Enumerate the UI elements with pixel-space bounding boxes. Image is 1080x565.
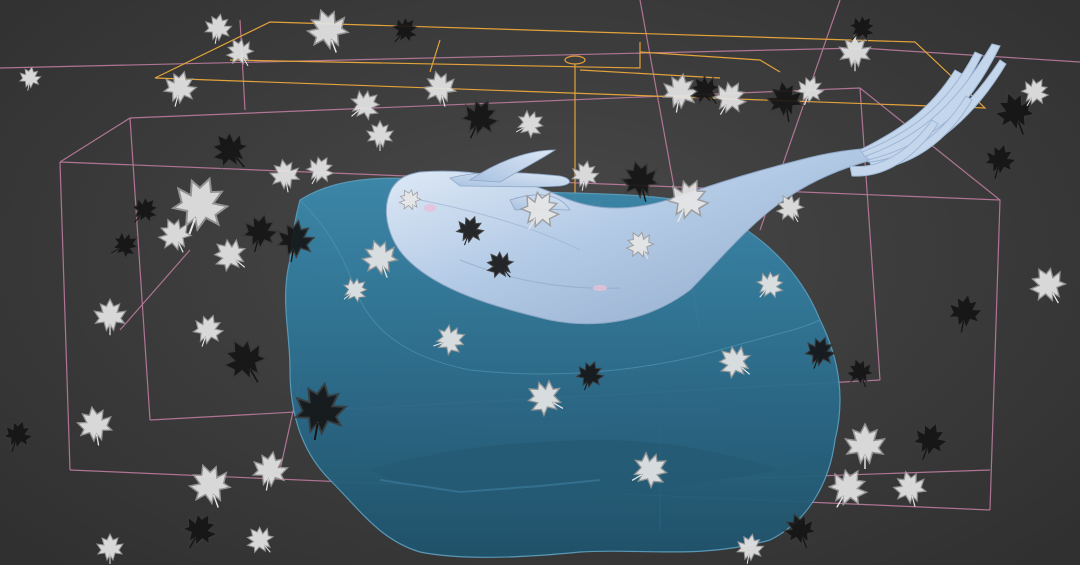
fish-tail-strands	[849, 43, 1007, 177]
leaf	[221, 337, 269, 381]
leaf	[305, 8, 350, 51]
leaf	[241, 213, 280, 250]
leaf	[162, 70, 198, 105]
3d-viewport[interactable]	[0, 0, 1080, 565]
leaf	[130, 196, 159, 224]
leaf	[305, 156, 335, 184]
leaf	[225, 38, 255, 66]
leaf	[213, 238, 247, 273]
leaf	[619, 159, 661, 200]
leaf	[268, 158, 301, 190]
leaf	[516, 109, 544, 139]
leaf	[982, 142, 1018, 177]
leaf	[350, 89, 381, 121]
leaf	[75, 405, 114, 443]
leaf	[422, 70, 458, 105]
leaf	[246, 526, 275, 554]
leaf	[187, 463, 232, 506]
leaf	[191, 314, 225, 345]
leaf	[1029, 267, 1068, 302]
leaf	[911, 421, 950, 458]
leaf	[946, 292, 985, 330]
scene-canvas[interactable]	[0, 0, 1080, 565]
leaf	[845, 357, 875, 386]
leaf	[712, 81, 748, 114]
leaf	[459, 98, 501, 137]
leaf	[180, 512, 219, 547]
leaf	[18, 66, 42, 89]
leaf	[1, 419, 35, 450]
leaf	[203, 13, 233, 42]
leaf	[210, 130, 251, 169]
leaf	[390, 16, 419, 44]
